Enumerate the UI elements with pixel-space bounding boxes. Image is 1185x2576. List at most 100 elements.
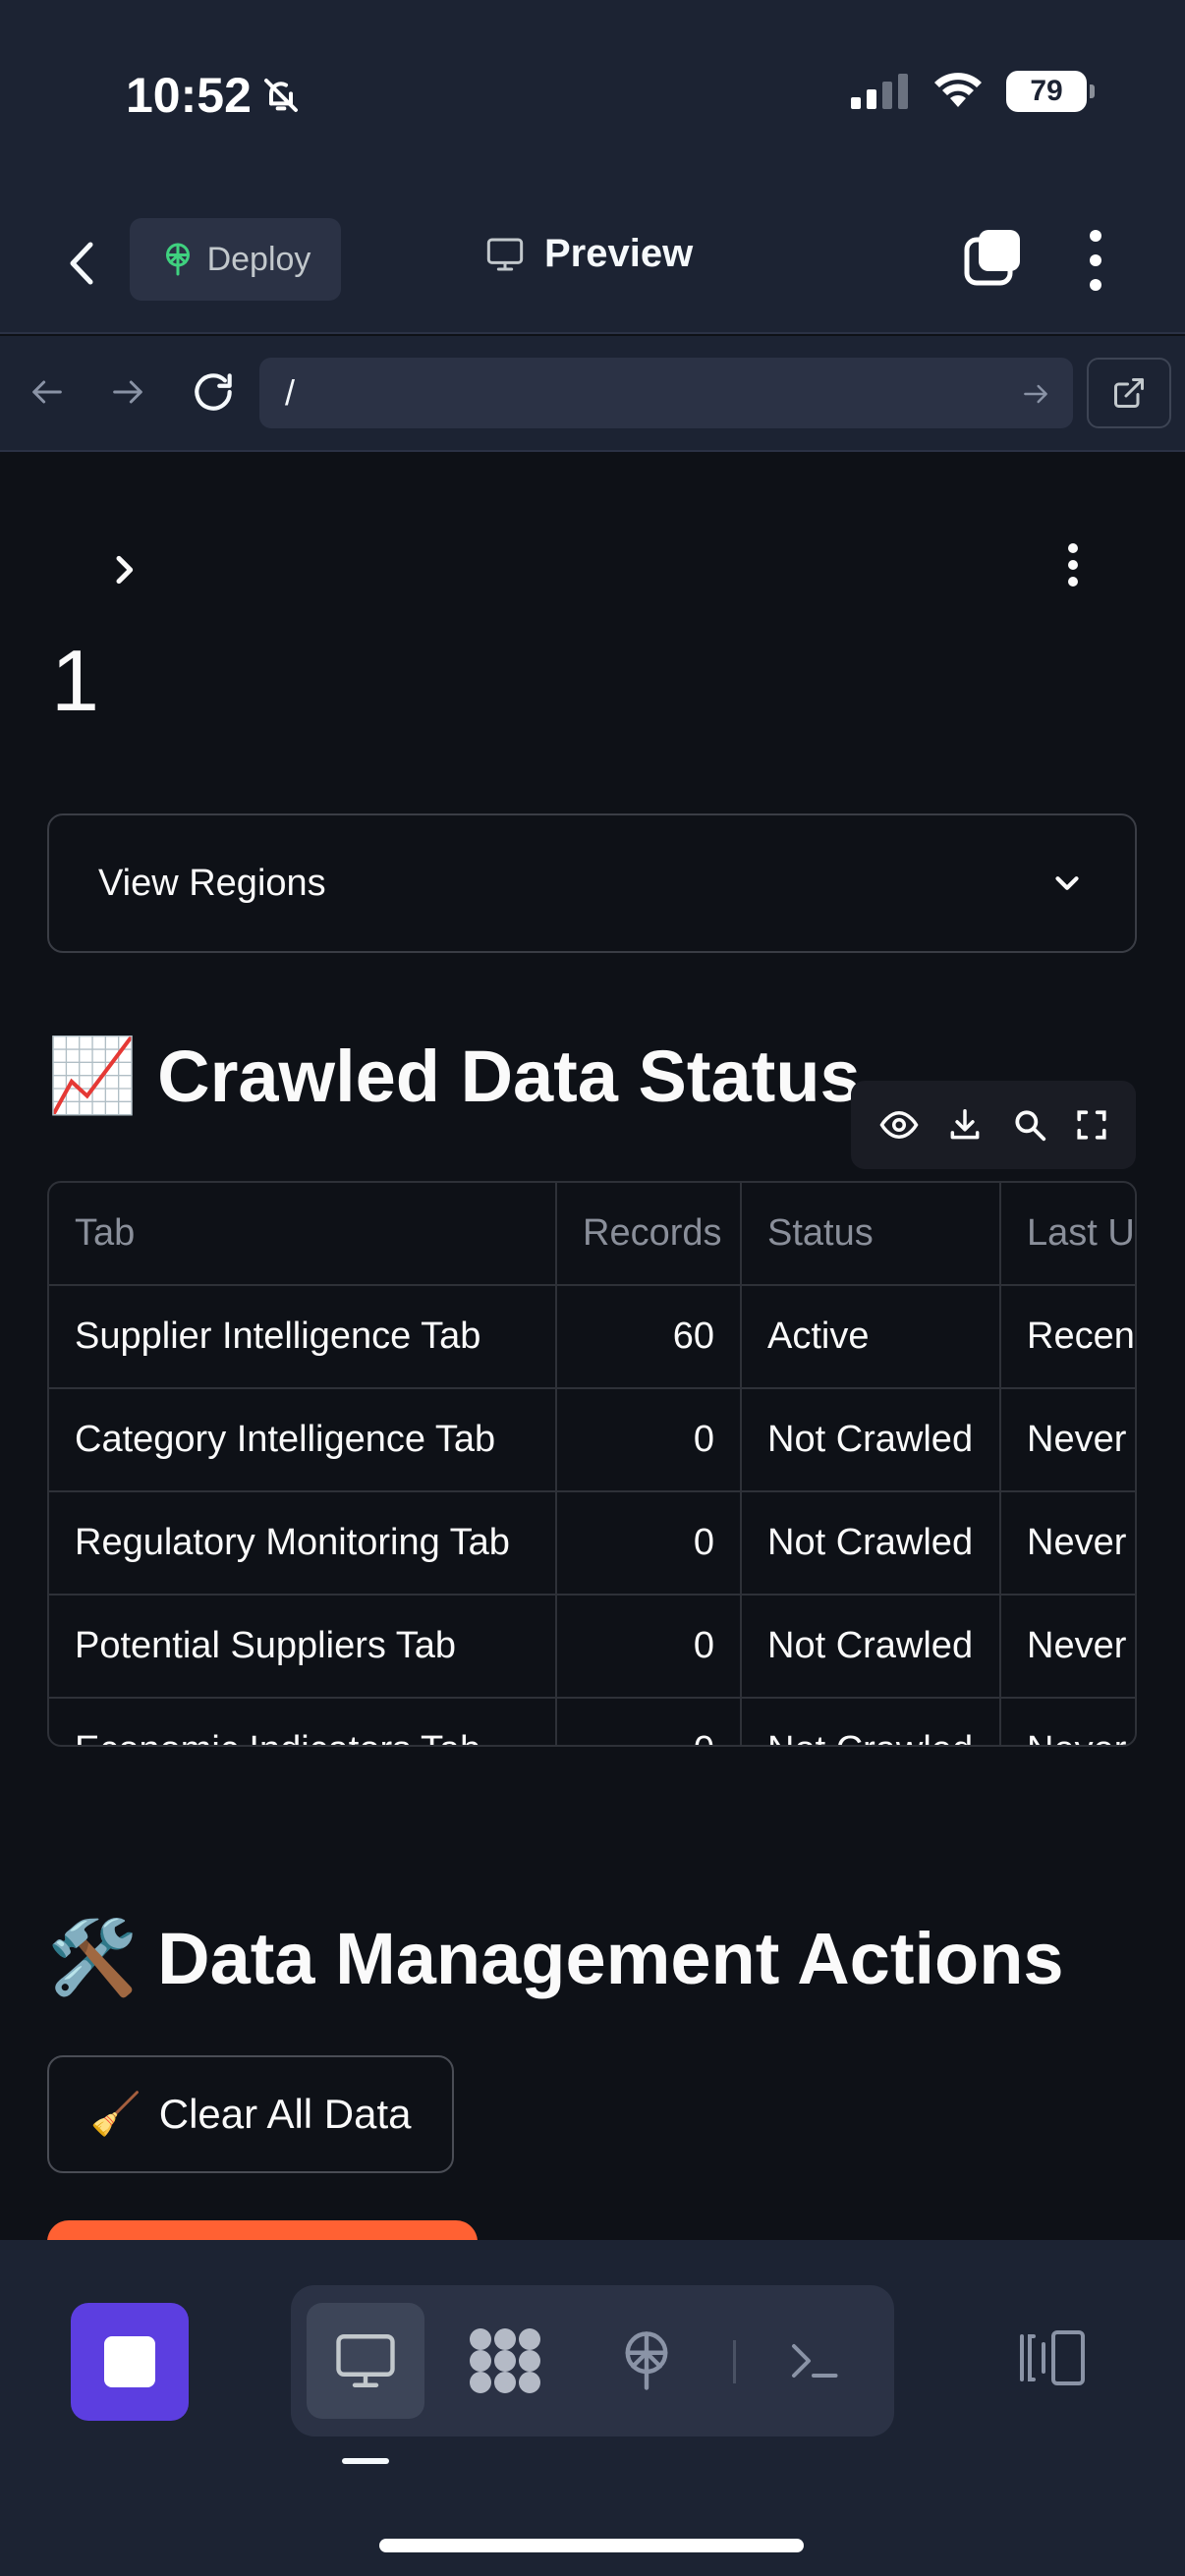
- split-view-button[interactable]: [1014, 2326, 1089, 2394]
- cell-tab[interactable]: Supplier Intelligence Tab: [49, 1285, 557, 1389]
- external-link-icon: [1114, 378, 1144, 408]
- app-menu-button[interactable]: [1061, 540, 1085, 594]
- split-view-icon: [1020, 2330, 1085, 2385]
- cell-status[interactable]: Not Crawled: [741, 1595, 1001, 1699]
- fullscreen-icon[interactable]: [1075, 1108, 1108, 1142]
- status-indicators: 79: [851, 71, 1095, 112]
- toolbar-divider: [733, 2340, 736, 2383]
- view-regions-expander[interactable]: View Regions: [47, 813, 1137, 953]
- table-row: Regulatory Monitoring Tab 0 Not Crawled …: [49, 1491, 1135, 1596]
- clear-all-data-button[interactable]: 🧹 Clear All Data: [47, 2055, 454, 2173]
- wifi-icon: [934, 73, 982, 107]
- table-row: Economic Indicators Tab 0 Not Crawled Ne…: [49, 1698, 1135, 1745]
- cell-records[interactable]: 0: [556, 1595, 742, 1699]
- cluster-icon: [470, 2328, 540, 2393]
- deploy-button[interactable]: Deploy: [130, 218, 341, 301]
- broom-emoji: 🧹: [89, 2090, 141, 2137]
- reload-button[interactable]: [189, 367, 238, 421]
- cell-last-updated[interactable]: Never: [1000, 1595, 1135, 1699]
- download-icon[interactable]: [946, 1106, 984, 1144]
- primary-action-button[interactable]: [47, 2220, 478, 2240]
- url-text: /: [285, 372, 296, 413]
- monitor-icon: [336, 2334, 395, 2387]
- cell-tab[interactable]: Potential Suppliers Tab: [49, 1595, 557, 1699]
- cell-records[interactable]: 60: [556, 1285, 742, 1389]
- browser-url-bar: /: [0, 336, 1185, 452]
- stop-square-icon: [104, 2336, 155, 2387]
- preview-tool-button[interactable]: [307, 2303, 424, 2419]
- table-row: Potential Suppliers Tab 0 Not Crawled Ne…: [49, 1595, 1135, 1699]
- deploy-tree-icon: [165, 243, 190, 276]
- crawled-data-table[interactable]: Tab Records Status Last Up Supplier Inte…: [47, 1181, 1137, 1747]
- clear-all-data-label: Clear All Data: [158, 2091, 412, 2137]
- data-management-heading: 🛠️ Data Management Actions: [47, 1916, 1064, 2001]
- cell-tab[interactable]: Economic Indicators Tab: [49, 1698, 557, 1745]
- column-header-records[interactable]: Records: [556, 1183, 742, 1286]
- status-bar: 10:52 79: [0, 0, 1185, 196]
- bell-slash-icon: [263, 79, 298, 112]
- tool-switcher: [291, 2285, 894, 2436]
- nav-forward-button[interactable]: [108, 367, 147, 421]
- chevron-left-icon: [70, 242, 93, 285]
- data-grid: Tab Records Status Last Up Supplier Inte…: [49, 1183, 1135, 1745]
- cell-last-updated[interactable]: Never: [1000, 1491, 1135, 1596]
- open-external-button[interactable]: [1087, 358, 1171, 428]
- url-go-button[interactable]: [1020, 377, 1051, 419]
- cell-records[interactable]: 0: [556, 1698, 742, 1745]
- search-icon[interactable]: [1011, 1106, 1048, 1144]
- stop-button[interactable]: [71, 2303, 189, 2421]
- monitor-icon: [486, 238, 524, 270]
- cell-last-updated[interactable]: Never: [1000, 1388, 1135, 1492]
- column-header-last-updated[interactable]: Last Up: [1000, 1183, 1135, 1286]
- cell-status[interactable]: Not Crawled: [741, 1698, 1001, 1745]
- page-title: 1: [51, 632, 99, 729]
- cell-status[interactable]: Active: [741, 1285, 1001, 1389]
- deploy-tree-icon: [625, 2331, 668, 2390]
- home-indicator[interactable]: [379, 2539, 804, 2552]
- url-input[interactable]: /: [259, 358, 1073, 428]
- agents-tool-button[interactable]: [446, 2303, 564, 2419]
- column-header-status[interactable]: Status: [741, 1183, 1001, 1286]
- table-header-row: Tab Records Status Last Up: [49, 1183, 1135, 1286]
- battery-level: 79: [1030, 75, 1063, 107]
- column-header-tab[interactable]: Tab: [49, 1183, 557, 1286]
- crawled-data-heading: 📈 Crawled Data Status: [47, 1034, 861, 1119]
- table-row: Category Intelligence Tab 0 Not Crawled …: [49, 1388, 1135, 1492]
- tabs-switcher-icon: [964, 230, 1020, 286]
- deployments-tool-button[interactable]: [588, 2303, 705, 2419]
- cell-records[interactable]: 0: [556, 1491, 742, 1596]
- cell-status[interactable]: Not Crawled: [741, 1491, 1001, 1596]
- cell-tab[interactable]: Category Intelligence Tab: [49, 1388, 557, 1492]
- battery-icon: 79: [1006, 71, 1095, 112]
- active-tool-indicator: [342, 2458, 389, 2464]
- arrow-left-icon: [32, 380, 62, 404]
- workspace-toolbar: [0, 2240, 1185, 2576]
- preview-label: Preview: [544, 232, 694, 275]
- terminal-icon: [792, 2344, 838, 2378]
- sidebar-toggle-button[interactable]: [104, 546, 143, 598]
- app-header: Deploy Preview: [0, 196, 1185, 334]
- crawled-heading-text: Crawled Data Status: [157, 1036, 861, 1117]
- cell-status[interactable]: Not Crawled: [741, 1388, 1001, 1492]
- shell-tool-button[interactable]: [755, 2303, 873, 2419]
- cell-last-updated[interactable]: Recent: [1000, 1285, 1135, 1389]
- tabs-button[interactable]: [961, 226, 1024, 294]
- status-time: 10:52: [126, 67, 301, 124]
- nav-back-button[interactable]: [28, 367, 67, 421]
- time-text: 10:52: [126, 68, 252, 123]
- cell-records[interactable]: 0: [556, 1388, 742, 1492]
- kebab-menu-icon: [1068, 543, 1078, 587]
- cell-last-updated[interactable]: Never: [1000, 1698, 1135, 1745]
- more-options-button[interactable]: [1081, 226, 1110, 300]
- arrow-right-icon: [113, 380, 142, 404]
- eye-icon[interactable]: [878, 1104, 920, 1146]
- chart-emoji: 📈: [47, 1035, 139, 1116]
- back-button[interactable]: [57, 234, 106, 293]
- chevron-down-icon: [1055, 876, 1079, 890]
- cellular-signal-icon: [851, 74, 908, 109]
- app-preview: 1 View Regions 📈 Crawled Data Status Tab…: [0, 454, 1185, 2240]
- actions-heading-text: Data Management Actions: [157, 1918, 1064, 1999]
- cell-tab[interactable]: Regulatory Monitoring Tab: [49, 1491, 557, 1596]
- reload-icon: [195, 373, 232, 411]
- arrow-right-icon: [1024, 384, 1047, 404]
